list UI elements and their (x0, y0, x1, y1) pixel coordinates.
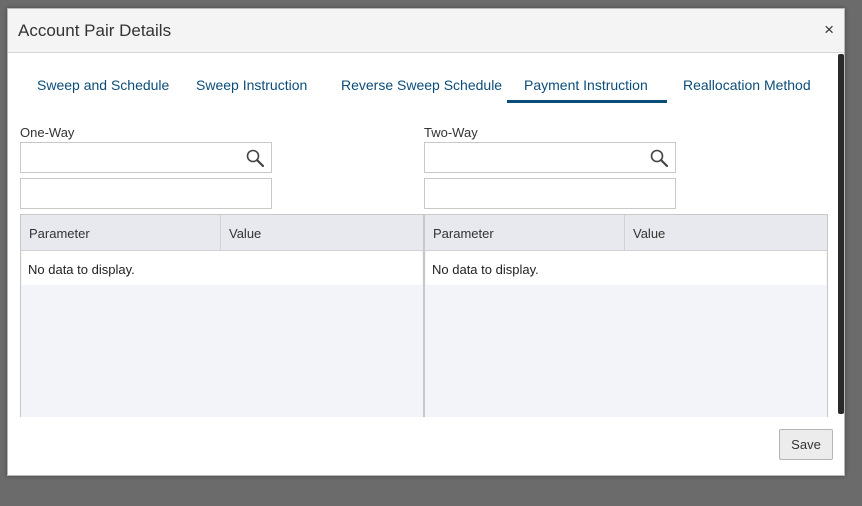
one-way-search-input[interactable] (25, 144, 249, 173)
active-tab-indicator (507, 100, 667, 103)
tab-sweep-and-schedule[interactable]: Sweep and Schedule (37, 77, 169, 93)
two-way-label: Two-Way (424, 125, 478, 140)
one-way-empty-row: No data to display. (22, 251, 422, 285)
two-way-search-field (424, 142, 676, 173)
column-header-parameter[interactable]: Parameter (433, 226, 494, 241)
column-divider[interactable] (624, 215, 625, 251)
search-icon[interactable] (245, 148, 265, 168)
dialog-header: Account Pair Details × (8, 9, 844, 53)
column-divider[interactable] (220, 215, 221, 251)
tab-bar: Sweep and Schedule Sweep Instruction Rev… (8, 53, 828, 103)
vertical-scrollbar[interactable] (838, 54, 844, 414)
two-way-secondary-input[interactable] (429, 180, 653, 209)
one-way-grid: Parameter Value No data to display. (20, 214, 424, 417)
close-icon[interactable]: × (824, 21, 834, 38)
two-way-empty-row: No data to display. (426, 251, 826, 285)
one-way-search-field (20, 142, 272, 173)
account-pair-details-dialog: Account Pair Details × Sweep and Schedul… (7, 8, 845, 476)
two-way-search-input[interactable] (429, 144, 653, 173)
one-way-label: One-Way (20, 125, 75, 140)
dialog-footer: Save (8, 417, 844, 475)
no-data-message: No data to display. (28, 262, 135, 277)
two-way-secondary-field (424, 178, 676, 209)
search-icon[interactable] (649, 148, 669, 168)
two-way-grid: Parameter Value No data to display. (424, 214, 828, 417)
two-way-grid-header: Parameter Value (425, 215, 827, 251)
column-header-parameter[interactable]: Parameter (29, 226, 90, 241)
column-header-value[interactable]: Value (633, 226, 665, 241)
tab-reverse-sweep-schedule[interactable]: Reverse Sweep Schedule (341, 77, 502, 93)
tab-sweep-instruction[interactable]: Sweep Instruction (196, 77, 307, 93)
save-button[interactable]: Save (779, 429, 833, 460)
one-way-grid-header: Parameter Value (21, 215, 423, 251)
no-data-message: No data to display. (432, 262, 539, 277)
one-way-secondary-input[interactable] (25, 180, 249, 209)
column-header-value[interactable]: Value (229, 226, 261, 241)
one-way-secondary-field (20, 178, 272, 209)
tab-reallocation-method[interactable]: Reallocation Method (683, 77, 811, 93)
dialog-title: Account Pair Details (18, 21, 172, 40)
tab-payment-instruction[interactable]: Payment Instruction (524, 77, 648, 93)
